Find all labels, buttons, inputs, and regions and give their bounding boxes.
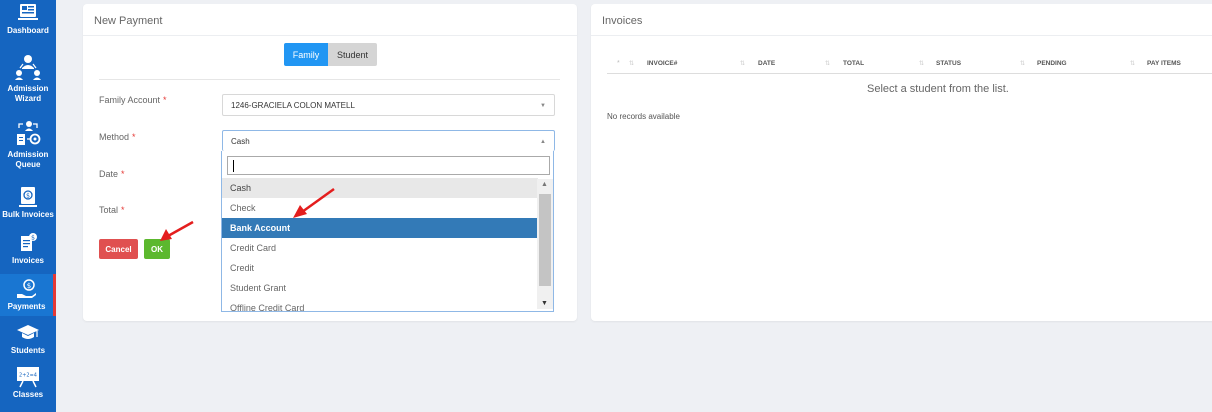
sidebar: Dashboard Admission Wizard Admission Que…	[0, 0, 56, 412]
dropdown-option-check[interactable]: Check	[222, 198, 538, 218]
svg-text:$: $	[26, 282, 30, 290]
required-mark: *	[163, 95, 167, 105]
caret-down-icon: ▼	[540, 103, 546, 109]
nav-dashboard[interactable]: Dashboard	[0, 2, 56, 40]
required-mark: *	[121, 169, 125, 179]
dropdown-search-input[interactable]	[227, 156, 550, 175]
dropdown-option-credit-card[interactable]: Credit Card	[222, 238, 538, 258]
student-toggle-button[interactable]: Student	[328, 43, 377, 66]
select-value: 1246-GRACIELA COLON MATELL	[231, 100, 355, 110]
label-text: Total	[99, 205, 119, 215]
divider	[99, 79, 560, 80]
nav-label: Dashboard	[7, 26, 49, 35]
nav-label: Invoices	[11, 256, 44, 265]
column-header-invoice[interactable]: INVOICE#	[647, 60, 677, 67]
graduation-cap-icon	[16, 322, 40, 344]
column-header-date[interactable]: DATE	[758, 60, 775, 67]
dashboard-icon	[16, 2, 40, 24]
invoices-icon: $	[16, 232, 40, 254]
family-account-label: Family Account *	[99, 95, 167, 105]
label-text: Date	[99, 169, 119, 179]
nav-label: Students	[10, 346, 46, 355]
required-mark: *	[132, 132, 136, 142]
dropdown-scrollbar[interactable]: ▲ ▼	[537, 179, 553, 309]
dropdown-option-bank-account[interactable]: Bank Account	[222, 218, 538, 238]
cancel-button[interactable]: Cancel	[99, 239, 138, 259]
date-label: Date *	[99, 169, 125, 179]
admission-wizard-icon	[12, 50, 44, 82]
nav-label: Admission Wizard	[7, 84, 49, 103]
svg-text:$: $	[31, 235, 35, 242]
ok-button[interactable]: OK	[144, 239, 170, 259]
dropdown-option-credit[interactable]: Credit	[222, 258, 538, 278]
dropdown-option-cash[interactable]: Cash	[222, 178, 538, 198]
caret-up-icon: ▲	[540, 139, 546, 145]
text-cursor	[233, 160, 234, 172]
scroll-down-icon[interactable]: ▼	[541, 300, 548, 307]
required-mark: *	[121, 205, 125, 215]
nav-students[interactable]: Students	[0, 322, 56, 358]
column-header-pay-items[interactable]: PAY ITEMS	[1147, 60, 1181, 67]
sort-icon[interactable]: ⇅	[1020, 60, 1025, 67]
asterisk-icon: *	[617, 60, 620, 67]
select-value: Cash	[231, 136, 250, 146]
divider	[83, 35, 577, 36]
nav-invoices[interactable]: $ Invoices	[0, 232, 56, 268]
svg-text:$: $	[26, 193, 30, 200]
invoices-panel: Invoices	[591, 4, 1212, 321]
family-toggle-button[interactable]: Family	[284, 43, 328, 66]
panel-title: Invoices	[602, 15, 643, 27]
method-select[interactable]: Cash ▲	[222, 130, 555, 151]
divider	[591, 35, 1212, 36]
method-label: Method *	[99, 132, 136, 142]
column-header-pending[interactable]: PENDING	[1037, 60, 1067, 67]
bulk-invoices-icon: $	[16, 186, 40, 208]
nav-label: Classes	[12, 390, 44, 399]
total-label: Total *	[99, 205, 125, 215]
nav-admission-queue[interactable]: Admission Queue	[0, 118, 56, 176]
empty-table-message: Select a student from the list.	[867, 83, 1009, 95]
admission-queue-icon	[13, 118, 43, 148]
method-dropdown: Cash Check Bank Account Credit Card Cred…	[221, 151, 554, 312]
nav-admission-wizard[interactable]: Admission Wizard	[0, 50, 56, 106]
payments-icon: $	[15, 278, 39, 300]
family-account-select[interactable]: 1246-GRACIELA COLON MATELL ▼	[222, 94, 555, 116]
column-header-total[interactable]: TOTAL	[843, 60, 864, 67]
nav-label: Payments	[7, 302, 46, 311]
nav-bulk-invoices[interactable]: $ Bulk Invoices	[0, 186, 56, 222]
classes-board-icon: 2+2=4	[16, 366, 40, 388]
scroll-up-icon[interactable]: ▲	[541, 181, 548, 188]
label-text: Method	[99, 132, 130, 142]
nav-label: Admission Queue	[7, 150, 49, 169]
sort-icon[interactable]: ⇅	[919, 60, 924, 67]
no-records-text: No records available	[607, 112, 680, 121]
sort-icon[interactable]: ⇅	[825, 60, 830, 67]
column-header-status[interactable]: STATUS	[936, 60, 961, 67]
dropdown-option-student-grant[interactable]: Student Grant	[222, 278, 538, 298]
sort-icon[interactable]: ⇅	[629, 60, 634, 67]
panel-title: New Payment	[94, 15, 163, 27]
sort-icon[interactable]: ⇅	[1130, 60, 1135, 67]
label-text: Family Account	[99, 95, 161, 105]
svg-text:2+2=4: 2+2=4	[19, 373, 37, 379]
dropdown-option-offline-credit-card[interactable]: Offline Credit Card	[222, 298, 538, 311]
nav-classes[interactable]: 2+2=4 Classes	[0, 366, 56, 406]
nav-payments[interactable]: $ Payments	[0, 274, 56, 316]
table-header-divider	[607, 73, 1212, 74]
scrollbar-thumb[interactable]	[539, 194, 551, 286]
sort-icon[interactable]: ⇅	[740, 60, 745, 67]
nav-label: Bulk Invoices	[2, 210, 54, 219]
